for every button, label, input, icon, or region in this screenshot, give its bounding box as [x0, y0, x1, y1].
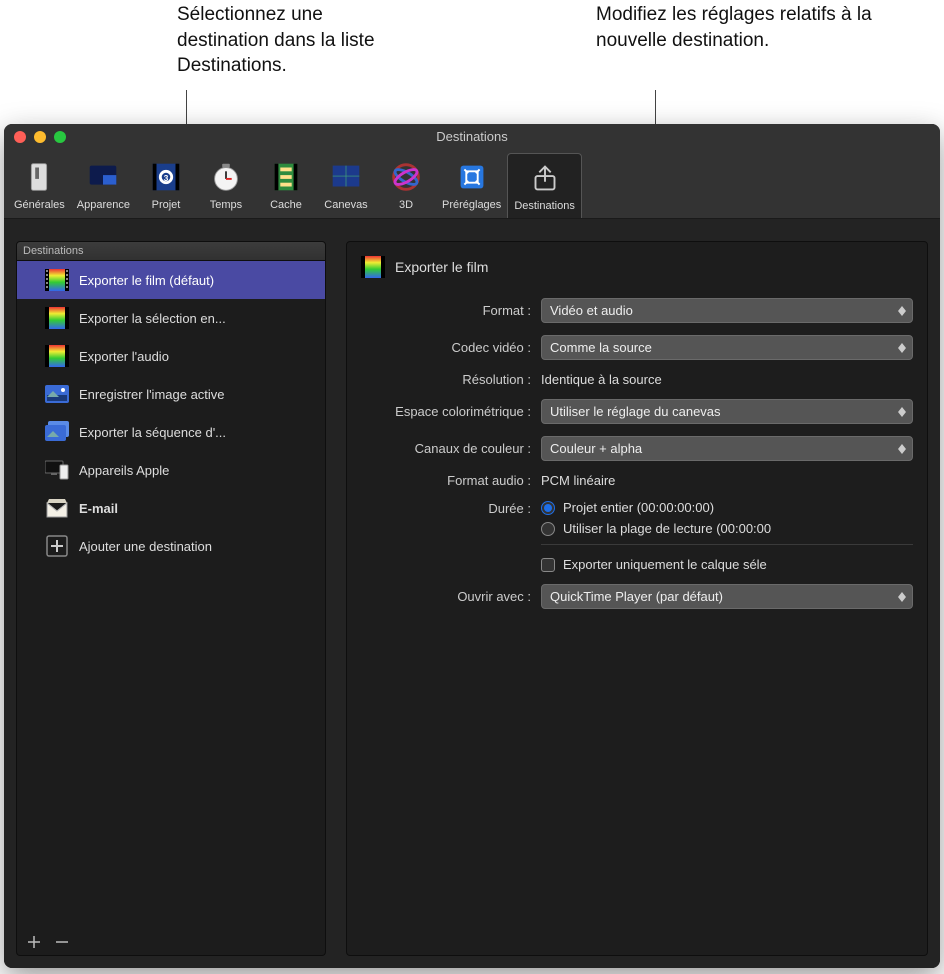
popup-value: Vidéo et audio: [550, 303, 633, 318]
checkbox-icon: [541, 558, 555, 572]
sidebar-item-label: Exporter l'audio: [79, 349, 169, 364]
sidebar-item-export-sequence[interactable]: Exporter la séquence d'...: [17, 413, 325, 451]
audioformat-value: PCM linéaire: [541, 473, 615, 488]
destinations-list: Exporter le film (défaut) Exporter la sé…: [16, 261, 326, 928]
toolbar-3d[interactable]: 3D: [376, 153, 436, 217]
sidebar-item-label: Ajouter une destination: [79, 539, 212, 554]
export-selected-layer-checkbox[interactable]: Exporter uniquement le calque séle: [541, 557, 913, 572]
window-body: Destinations Exporter le film (défaut) E…: [4, 219, 940, 968]
sidebar-item-add-destination[interactable]: Ajouter une destination: [17, 527, 325, 565]
duration-radio-range[interactable]: Utiliser la plage de lecture (00:00:00: [541, 521, 913, 536]
popup-value: Utiliser le réglage du canevas: [550, 404, 721, 419]
canvas-icon: [326, 157, 366, 197]
toolbar-presets[interactable]: Préréglages: [436, 153, 507, 217]
destinations-sidebar: Destinations Exporter le film (défaut) E…: [16, 241, 326, 956]
label-duration: Durée :: [361, 500, 541, 516]
time-icon: [206, 157, 246, 197]
film-icon: [45, 345, 69, 367]
add-destination-button[interactable]: [27, 935, 41, 949]
toolbar-destinations[interactable]: Destinations: [507, 153, 582, 218]
add-icon: [45, 535, 69, 557]
resolution-value: Identique à la source: [541, 372, 662, 387]
appearance-icon: [83, 157, 123, 197]
detail-pane: Exporter le film Format : Vidéo et audio…: [346, 241, 928, 956]
callout-left-text: Sélectionnez une destination dans la lis…: [177, 2, 397, 79]
label-codec: Codec vidéo :: [361, 340, 541, 355]
checkbox-label: Exporter uniquement le calque séle: [563, 557, 767, 572]
toolbar-canvas[interactable]: Canevas: [316, 153, 376, 217]
codec-popup[interactable]: Comme la source: [541, 335, 913, 360]
film-icon: [361, 256, 385, 278]
channels-popup[interactable]: Couleur + alpha: [541, 436, 913, 461]
chevron-updown-icon: [898, 407, 906, 417]
popup-value: QuickTime Player (par défaut): [550, 589, 723, 604]
sidebar-item-save-frame[interactable]: Enregistrer l'image active: [17, 375, 325, 413]
duration-radio-full[interactable]: Projet entier (00:00:00:00): [541, 500, 913, 515]
mail-icon: [45, 497, 69, 519]
radio-label: Utiliser la plage de lecture (00:00:00: [563, 521, 771, 536]
label-openwith: Ouvrir avec :: [361, 589, 541, 604]
sidebar-item-label: Exporter la séquence d'...: [79, 425, 226, 440]
colorspace-popup[interactable]: Utiliser le réglage du canevas: [541, 399, 913, 424]
sidebar-item-export-audio[interactable]: Exporter l'audio: [17, 337, 325, 375]
remove-destination-button[interactable]: [55, 935, 69, 949]
sidebar-item-label: Exporter la sélection en...: [79, 311, 226, 326]
chevron-updown-icon: [898, 444, 906, 454]
popup-value: Comme la source: [550, 340, 652, 355]
annotation-layer: Sélectionnez une destination dans la lis…: [0, 0, 944, 130]
preferences-window: Destinations Générales Apparence 3 Proje…: [4, 124, 940, 968]
detail-title: Exporter le film: [395, 259, 488, 275]
separator: [541, 544, 913, 545]
label-channels: Canaux de couleur :: [361, 441, 541, 456]
chevron-updown-icon: [898, 306, 906, 316]
film-icon: [45, 307, 69, 329]
sidebar-item-email[interactable]: E-mail: [17, 489, 325, 527]
svg-text:3: 3: [164, 173, 169, 183]
toolbar-cache[interactable]: Cache: [256, 153, 316, 217]
general-icon: [19, 157, 59, 197]
radio-icon: [541, 501, 555, 515]
film-icon: [45, 269, 69, 291]
window-title: Destinations: [4, 129, 940, 144]
sidebar-item-export-selection[interactable]: Exporter la sélection en...: [17, 299, 325, 337]
label-format: Format :: [361, 303, 541, 318]
sidebar-item-export-movie[interactable]: Exporter le film (défaut): [17, 261, 325, 299]
toolbar-general[interactable]: Générales: [8, 153, 71, 217]
callout-right-text: Modifiez les réglages relatifs à la nouv…: [596, 2, 916, 53]
label-audioformat: Format audio :: [361, 473, 541, 488]
toolbar-project[interactable]: 3 Projet: [136, 153, 196, 217]
radio-label: Projet entier (00:00:00:00): [563, 500, 714, 515]
sidebar-item-label: E-mail: [79, 501, 118, 516]
presets-icon: [452, 157, 492, 197]
sidebar-item-label: Exporter le film (défaut): [79, 273, 214, 288]
toolbar-time[interactable]: Temps: [196, 153, 256, 217]
label-colorspace: Espace colorimétrique :: [361, 404, 541, 419]
detail-header: Exporter le film: [361, 256, 913, 278]
popup-value: Couleur + alpha: [550, 441, 642, 456]
3d-icon: [386, 157, 426, 197]
project-icon: 3: [146, 157, 186, 197]
toolbar-appearance[interactable]: Apparence: [71, 153, 136, 217]
titlebar: Destinations: [4, 124, 940, 149]
chevron-updown-icon: [898, 343, 906, 353]
label-resolution: Résolution :: [361, 372, 541, 387]
radio-icon: [541, 522, 555, 536]
openwith-popup[interactable]: QuickTime Player (par défaut): [541, 584, 913, 609]
toolbar: Générales Apparence 3 Projet Temps Cache: [4, 149, 940, 219]
image-stack-icon: [45, 421, 69, 443]
chevron-updown-icon: [898, 592, 906, 602]
image-icon: [45, 383, 69, 405]
sidebar-item-label: Enregistrer l'image active: [79, 387, 225, 402]
sidebar-header: Destinations: [16, 241, 326, 261]
sidebar-item-label: Appareils Apple: [79, 463, 169, 478]
format-popup[interactable]: Vidéo et audio: [541, 298, 913, 323]
destinations-icon: [525, 158, 565, 198]
cache-icon: [266, 157, 306, 197]
devices-icon: [45, 459, 69, 481]
sidebar-item-apple-devices[interactable]: Appareils Apple: [17, 451, 325, 489]
sidebar-footer: [16, 928, 326, 956]
